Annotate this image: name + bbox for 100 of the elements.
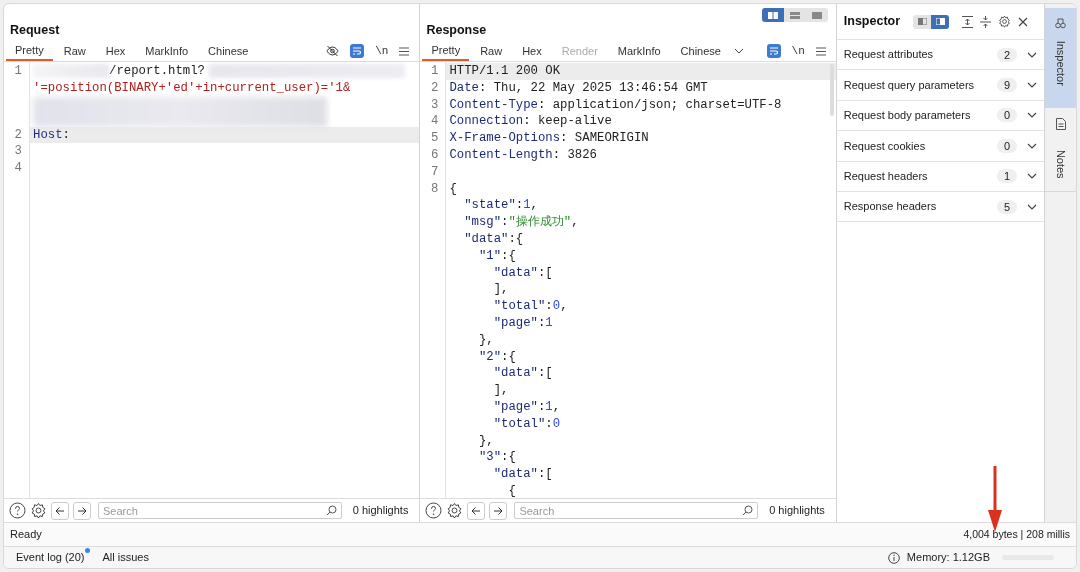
settings-icon[interactable] [998, 15, 1012, 28]
help-icon[interactable] [425, 502, 443, 519]
section-label: Request attributes [843, 47, 935, 63]
eye-slash-icon[interactable] [326, 45, 340, 57]
code-key: Content-Length [449, 147, 553, 164]
code-text: { [507, 482, 516, 498]
code-text: : [545, 415, 553, 433]
settings-icon[interactable] [446, 502, 464, 519]
code-key: "2" [449, 348, 502, 366]
code-key: "3" [449, 449, 502, 467]
code-text: , [571, 214, 579, 231]
code-key: "msg" [449, 214, 502, 231]
code-key: Content-Type [449, 96, 538, 114]
count-badge: 5 [997, 199, 1017, 214]
code-text: :[ [537, 365, 553, 383]
code-key: "page" [449, 398, 538, 416]
side-tab[interactable]: Inspector [1045, 8, 1076, 108]
search-field[interactable]: Search [514, 502, 759, 519]
editor-tab[interactable]: Raw [471, 41, 512, 61]
newline-toggle[interactable]: \n [375, 42, 389, 60]
document-icon [1055, 118, 1066, 130]
panel-title: Request [10, 22, 60, 40]
event-log-tab[interactable]: Event log (20) [16, 549, 91, 566]
line-number: 3 [14, 144, 22, 159]
collapse-all-icon[interactable] [980, 15, 992, 28]
inspector-title: Inspector [843, 13, 901, 31]
newline-toggle[interactable]: \n [791, 42, 805, 60]
chevron-icon [1027, 112, 1037, 119]
code-text: : [501, 214, 509, 231]
line-number: 8 [431, 181, 439, 196]
code-text: : [545, 298, 553, 315]
status-text: Ready [10, 527, 42, 543]
code-text: : [515, 197, 524, 215]
code-key: "state" [449, 197, 516, 215]
settings-icon[interactable] [30, 502, 47, 519]
line-number: 2 [14, 127, 22, 142]
code-key: "data" [449, 230, 509, 248]
side-tab[interactable]: Notes [1045, 108, 1076, 192]
inspector-section[interactable]: Request attributes 2 [836, 40, 1044, 71]
editor-tab[interactable]: Raw [54, 41, 95, 61]
line-number: 7 [431, 164, 439, 179]
editor-tab[interactable]: Chinese [671, 41, 730, 61]
all-issues-tab[interactable]: All issues [102, 549, 149, 566]
next-button[interactable] [73, 501, 91, 520]
menu-icon[interactable] [399, 46, 410, 56]
code-key: "page" [449, 314, 538, 332]
code-text: : [537, 314, 546, 332]
wrap-toggle-icon[interactable] [766, 44, 781, 58]
code-text: :{ [501, 247, 516, 265]
line-number: 6 [431, 148, 439, 162]
code-text: /report.html? [109, 63, 205, 80]
editor-tab[interactable]: Pretty [422, 41, 470, 61]
inspector-section[interactable]: Request headers 1 [836, 161, 1044, 192]
code-text: :{ [501, 449, 516, 467]
columns-icon [767, 11, 778, 19]
section-label: Request query parameters [843, 77, 976, 93]
highlights-count: 0 highlights [352, 503, 410, 519]
menu-icon[interactable] [815, 46, 826, 56]
code-text: , [560, 298, 568, 315]
panel-layout-icon [935, 18, 945, 25]
code-text: :{ [508, 230, 524, 248]
search-icon [326, 505, 337, 516]
arrow-right-icon [77, 505, 87, 516]
arrow-left-icon [471, 505, 482, 516]
code-text: :[ [537, 466, 553, 483]
editor-tab[interactable]: Pretty [6, 41, 53, 61]
code-text: ], [492, 382, 509, 399]
search-field[interactable]: Search [98, 502, 342, 519]
view-mode-button[interactable] [931, 14, 950, 29]
editor-tab[interactable]: Hex [513, 41, 551, 61]
wrap-toggle-icon[interactable] [350, 44, 365, 58]
help-icon[interactable] [9, 502, 26, 519]
editor-tab[interactable]: MarkInfo [608, 41, 670, 61]
arrow-left-icon [55, 505, 65, 516]
chevron-down-icon[interactable] [733, 48, 744, 54]
next-button[interactable] [489, 501, 508, 520]
code-text: : keep-alive [523, 113, 612, 131]
editor-tab[interactable]: Chinese [199, 41, 258, 61]
code-string: "操作成功" [508, 214, 572, 231]
annotation-arrow [987, 466, 1003, 532]
code-number: 1 [523, 197, 531, 215]
count-badge: 1 [997, 169, 1017, 184]
close-icon[interactable] [1018, 16, 1029, 27]
memory-usage: Memory: 1.12GB [906, 550, 990, 566]
layout-mode-button[interactable] [761, 8, 784, 22]
code-text: : SAMEORIGIN [560, 130, 649, 147]
code-text: : [537, 398, 546, 416]
inspector-section[interactable]: Response headers 5 [836, 191, 1044, 223]
code-key: Connection [449, 113, 524, 131]
code-number: 0 [552, 298, 561, 315]
inspector-section[interactable]: Request query parameters 9 [836, 70, 1044, 101]
editor-tab[interactable]: Hex [96, 41, 135, 61]
expand-all-icon[interactable] [962, 15, 974, 28]
inspector-section[interactable]: Request cookies 0 [836, 131, 1044, 162]
inspector-section[interactable]: Request body parameters 0 [836, 100, 1044, 132]
code-text: : 3826 [552, 147, 597, 164]
scrollbar[interactable] [829, 64, 834, 116]
editor-tab[interactable]: MarkInfo [136, 41, 198, 61]
response-info: 4,004 bytes | 208 millis [963, 526, 1070, 542]
code-number: 1 [545, 314, 553, 332]
